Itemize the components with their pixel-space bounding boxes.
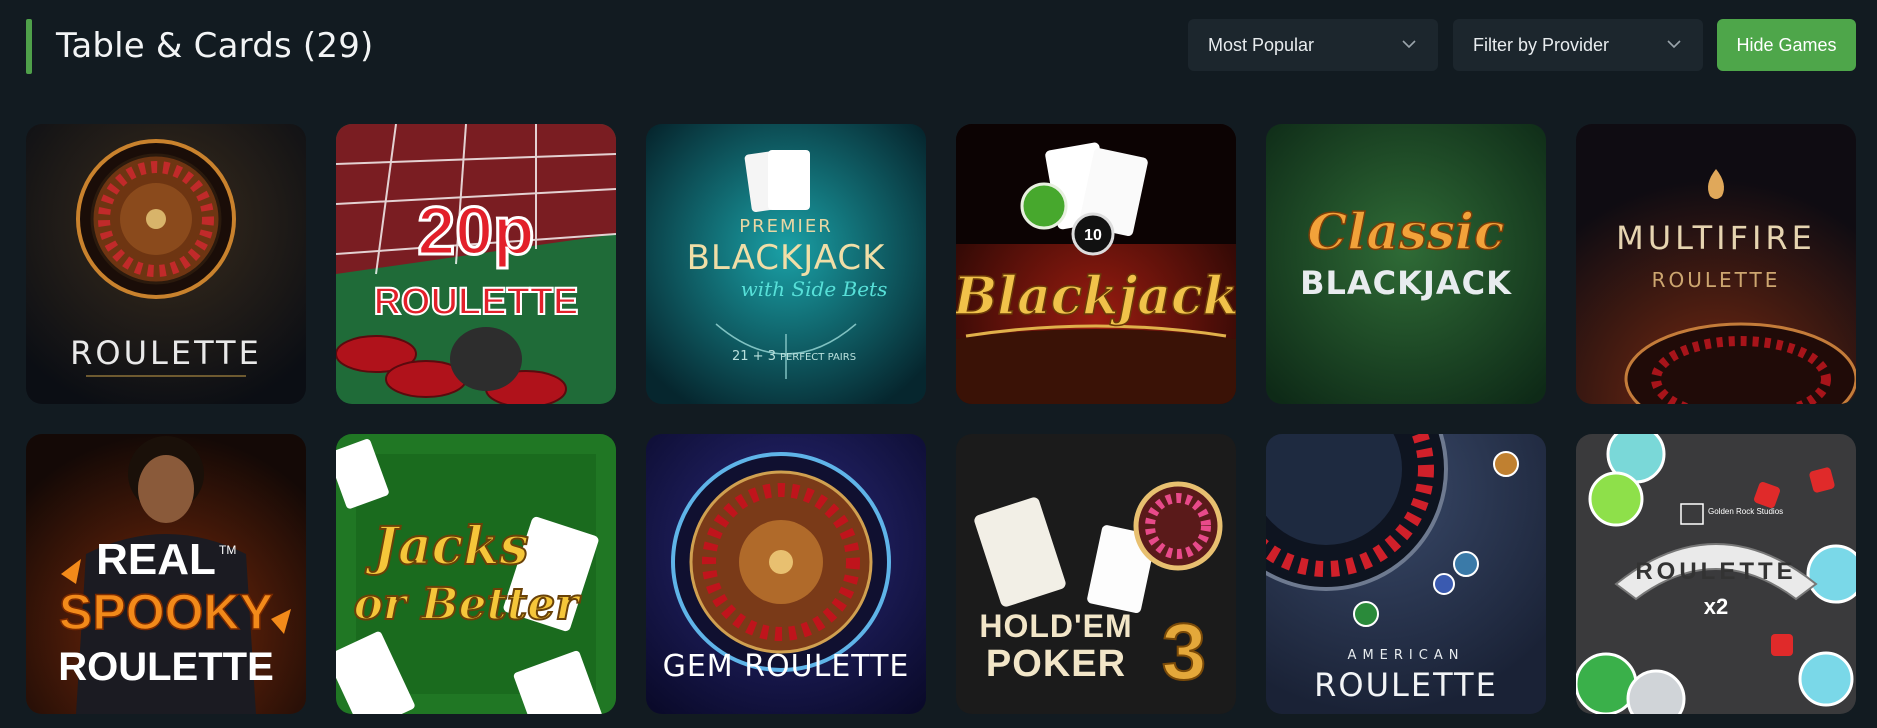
- provider-dropdown-value: Filter by Provider: [1473, 34, 1610, 55]
- game-card-jacks-or-better[interactable]: Jacks or Better: [336, 434, 616, 714]
- game-subtitle: ROULETTE: [1652, 268, 1781, 292]
- chip-value: 10: [1084, 227, 1102, 244]
- game-card-multifire-roulette[interactable]: MULTIFIRE ROULETTE: [1576, 124, 1856, 404]
- provider-logo-text: Golden Rock Studios: [1708, 507, 1783, 516]
- game-card-classic-blackjack[interactable]: Classic BLACKJACK: [1266, 124, 1546, 404]
- game-title: MULTIFIRE: [1616, 219, 1816, 257]
- game-subtitle: with Side Bets: [741, 277, 888, 301]
- sort-dropdown-value: Most Popular: [1208, 34, 1315, 55]
- game-card-20p-roulette[interactable]: 20p ROULETTE: [336, 124, 616, 404]
- game-title: Blackjack: [956, 266, 1236, 327]
- game-title: ROULETTE: [1635, 558, 1796, 585]
- game-subtitle: or Better: [354, 579, 582, 630]
- chevron-down-icon: [1402, 40, 1416, 49]
- provider-filter-dropdown[interactable]: Filter by Provider: [1453, 19, 1703, 71]
- game-card-roulette-x2[interactable]: ROULETTE x2 Golden Rock Studios: [1576, 434, 1856, 714]
- game-title-prefix: PREMIER: [739, 216, 832, 237]
- game-subtitle: POKER: [986, 643, 1126, 685]
- game-card-gem-roulette[interactable]: GEM ROULETTE: [646, 434, 926, 714]
- game-card-premier-blackjack[interactable]: PREMIER BLACKJACK with Side Bets 21 + 3 …: [646, 124, 926, 404]
- chevron-down-icon: [1667, 40, 1681, 49]
- game-title: BLACKJACK: [687, 238, 887, 278]
- game-title: HOLD'EM: [979, 608, 1132, 644]
- game-card-blackjack[interactable]: 10 Blackjack: [956, 124, 1236, 404]
- game-subtitle: ROULETTE: [374, 281, 579, 323]
- section-accent-bar: [26, 19, 32, 74]
- game-title-main: SPOOKY: [59, 584, 273, 640]
- game-multiplier: x2: [1704, 594, 1728, 619]
- game-card-american-roulette[interactable]: AMERICAN ROULETTE: [1266, 434, 1546, 714]
- side-bet-label: 21 + 3: [732, 349, 776, 364]
- section-title: Table & Cards (29): [56, 26, 374, 66]
- hide-games-button[interactable]: Hide Games: [1717, 19, 1856, 71]
- sort-dropdown[interactable]: Most Popular: [1188, 19, 1438, 71]
- game-card-real-spooky-roulette[interactable]: REAL TM SPOOKY ROULETTE: [26, 434, 306, 714]
- game-card-holdem-poker-3[interactable]: HOLD'EM POKER 3: [956, 434, 1236, 714]
- game-card-roulette[interactable]: ROULETTE: [26, 124, 306, 404]
- game-title: Jacks: [364, 516, 528, 577]
- trademark: TM: [219, 543, 236, 557]
- section-header: Table & Cards (29) Most Popular Filter b…: [0, 0, 1877, 100]
- game-subtitle: ROULETTE: [58, 645, 274, 689]
- game-title: GEM ROULETTE: [663, 649, 910, 684]
- game-title-prefix: AMERICAN: [1348, 648, 1465, 663]
- game-number: 3: [1162, 607, 1207, 696]
- side-bet-label: PERFECT PAIRS: [780, 352, 856, 363]
- game-title: REAL: [96, 535, 216, 584]
- game-title: ROULETTE: [1314, 666, 1498, 704]
- game-title: Classic: [1308, 202, 1505, 261]
- game-title: ROULETTE: [70, 334, 262, 372]
- game-subtitle: BLACKJACK: [1300, 264, 1512, 302]
- game-title: 20p: [417, 193, 534, 269]
